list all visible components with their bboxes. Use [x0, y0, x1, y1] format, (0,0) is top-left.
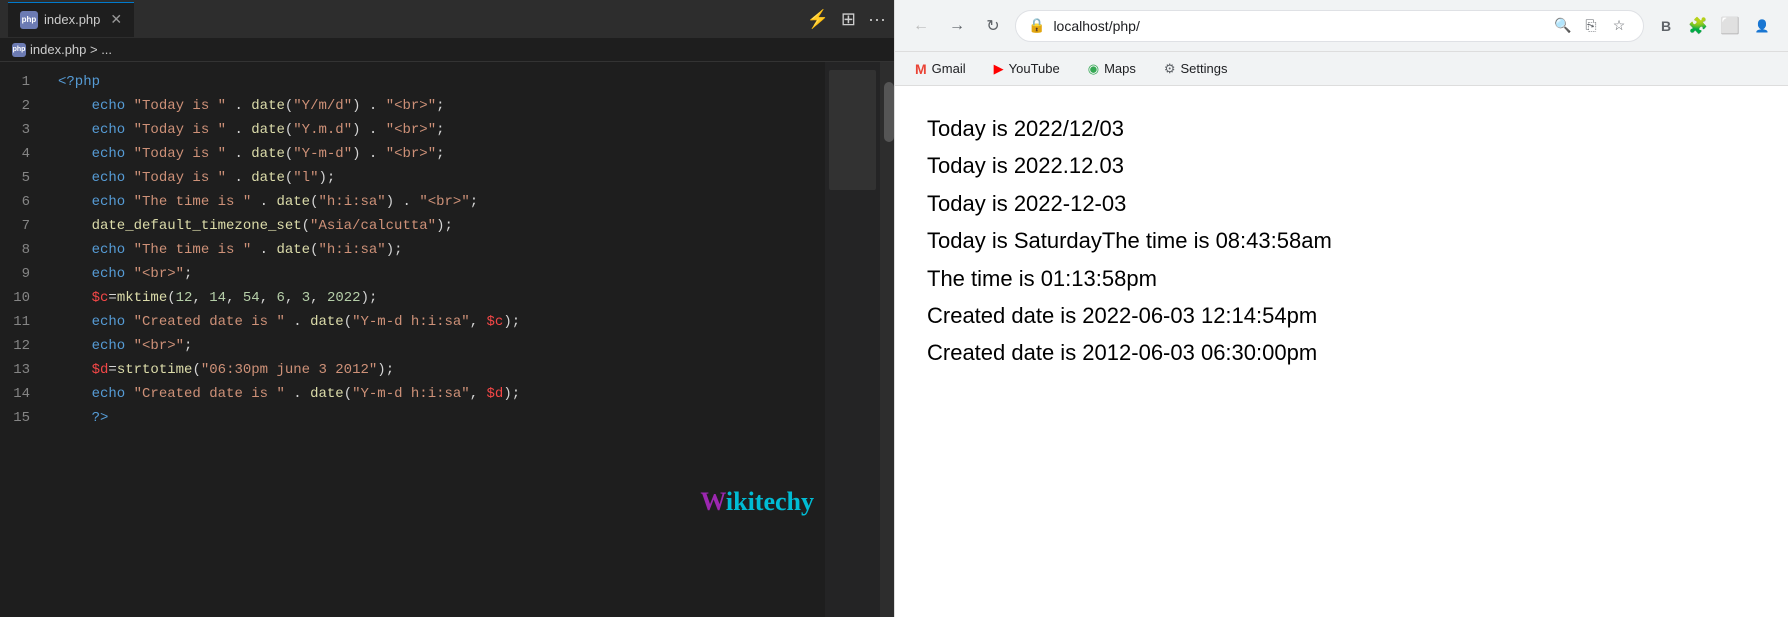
gmail-label: Gmail — [932, 61, 966, 76]
zoom-button[interactable]: 🔍 — [1551, 14, 1575, 38]
reload-button[interactable]: ↻ — [979, 12, 1007, 40]
breadcrumb-php-icon: php — [12, 43, 26, 57]
minimap — [825, 62, 880, 617]
layout-icon[interactable]: ⊞ — [841, 9, 856, 30]
php-icon: php — [20, 11, 38, 29]
maps-label: Maps — [1104, 61, 1136, 76]
editor-content: 123456789101112131415 <?php echo "Today … — [0, 62, 894, 617]
code-line-9: echo "<br>"; — [50, 262, 894, 286]
profile-icon[interactable]: 👤 — [1748, 12, 1776, 40]
code-line-5: echo "Today is " . date("l"); — [50, 166, 894, 190]
address-bar[interactable]: 🔒 localhost/php/ 🔍 ⎘ ☆ — [1015, 10, 1644, 42]
code-line-4: echo "Today is " . date("Y-m-d") . "<br>… — [50, 142, 894, 166]
tab-filename: index.php — [44, 12, 100, 27]
editor-panel: php index.php ✕ ⚡ ⊞ ··· php index.php > … — [0, 0, 894, 617]
share-button[interactable]: ⎘ — [1579, 14, 1603, 38]
output-line: Today is SaturdayThe time is 08:43:58am — [927, 222, 1756, 259]
code-line-12: echo "<br>"; — [50, 334, 894, 358]
settings-icon: ⚙ — [1164, 61, 1176, 77]
youtube-icon: ▶ — [994, 61, 1004, 77]
output-line: The time is 01:13:58pm — [927, 260, 1756, 297]
youtube-label: YouTube — [1009, 61, 1060, 76]
code-line-1: <?php — [50, 70, 894, 94]
breadcrumb-text: index.php > ... — [30, 42, 112, 57]
browser-toolbar: ← → ↻ 🔒 localhost/php/ 🔍 ⎘ ☆ B 🧩 ⬜ 👤 — [895, 0, 1788, 52]
lock-icon: 🔒 — [1028, 17, 1045, 34]
code-line-2: echo "Today is " . date("Y/m/d") . "<br>… — [50, 94, 894, 118]
puzzle-icon[interactable]: 🧩 — [1684, 12, 1712, 40]
bookmark-gmail[interactable]: M Gmail — [907, 57, 974, 81]
code-line-11: echo "Created date is " . date("Y-m-d h:… — [50, 310, 894, 334]
bold-b-icon[interactable]: B — [1652, 12, 1680, 40]
tab-close-button[interactable]: ✕ — [110, 11, 122, 28]
bookmark-maps[interactable]: ◉ Maps — [1080, 57, 1144, 81]
wikitechy-watermark: Wikitechy — [700, 487, 814, 517]
output-line: Created date is 2012-06-03 06:30:00pm — [927, 334, 1756, 371]
output-line: Today is 2022/12/03 — [927, 110, 1756, 147]
scrollbar-thumb[interactable] — [884, 82, 894, 142]
line-numbers: 123456789101112131415 — [0, 62, 50, 617]
code-line-15: ?> — [50, 406, 894, 430]
bookmarks-bar: M Gmail ▶ YouTube ◉ Maps ⚙ Settings — [895, 52, 1788, 86]
output-line: Today is 2022.12.03 — [927, 147, 1756, 184]
settings-label: Settings — [1181, 61, 1228, 76]
debug-icon[interactable]: ⚡ — [807, 9, 829, 30]
browser-output: Today is 2022/12/03Today is 2022.12.03To… — [895, 86, 1788, 617]
tab-bar: php index.php ✕ ⚡ ⊞ ··· — [0, 0, 894, 38]
forward-button[interactable]: → — [943, 12, 971, 40]
code-line-10: $c=mktime(12, 14, 54, 6, 3, 2022); — [50, 286, 894, 310]
window-icon[interactable]: ⬜ — [1716, 12, 1744, 40]
more-icon[interactable]: ··· — [868, 9, 886, 30]
bookmark-star-button[interactable]: ☆ — [1607, 14, 1631, 38]
browser-ext-icons: B 🧩 ⬜ 👤 — [1652, 12, 1776, 40]
address-actions: 🔍 ⎘ ☆ — [1551, 14, 1631, 38]
code-line-8: echo "The time is " . date("h:i:sa"); — [50, 238, 894, 262]
code-line-7: date_default_timezone_set("Asia/calcutta… — [50, 214, 894, 238]
gmail-icon: M — [915, 61, 927, 77]
output-line: Created date is 2022-06-03 12:14:54pm — [927, 297, 1756, 334]
editor-toolbar-icons: ⚡ ⊞ ··· — [807, 9, 887, 30]
breadcrumb: php index.php > ... — [0, 38, 894, 62]
back-button[interactable]: ← — [907, 12, 935, 40]
bookmark-settings[interactable]: ⚙ Settings — [1156, 57, 1236, 81]
output-line: Today is 2022-12-03 — [927, 185, 1756, 222]
code-line-14: echo "Created date is " . date("Y-m-d h:… — [50, 382, 894, 406]
scrollbar[interactable] — [880, 62, 894, 617]
maps-icon: ◉ — [1088, 61, 1099, 77]
code-line-3: echo "Today is " . date("Y.m.d") . "<br>… — [50, 118, 894, 142]
code-editor[interactable]: <?php echo "Today is " . date("Y/m/d") .… — [50, 62, 894, 617]
editor-tab-index-php[interactable]: php index.php ✕ — [8, 2, 134, 37]
code-line-6: echo "The time is " . date("h:i:sa") . "… — [50, 190, 894, 214]
code-line-13: $d=strtotime("06:30pm june 3 2012"); — [50, 358, 894, 382]
browser-panel: ← → ↻ 🔒 localhost/php/ 🔍 ⎘ ☆ B 🧩 ⬜ 👤 M G… — [894, 0, 1788, 617]
bookmark-youtube[interactable]: ▶ YouTube — [986, 57, 1068, 81]
address-text: localhost/php/ — [1053, 18, 1543, 34]
